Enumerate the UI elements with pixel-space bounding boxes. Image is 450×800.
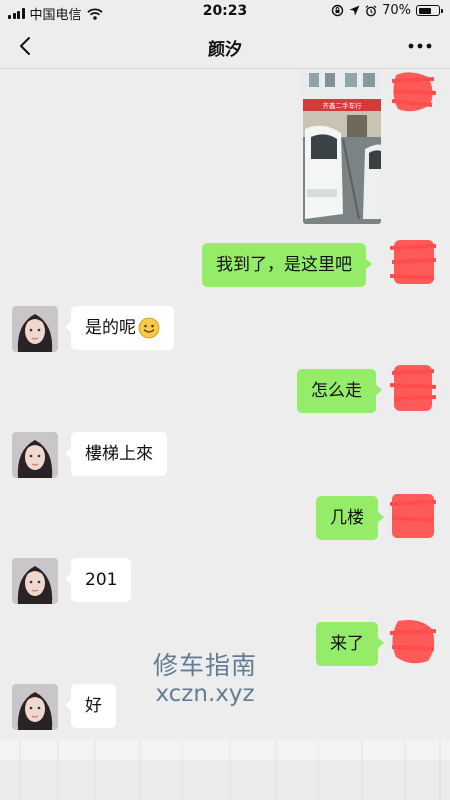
message-bubble[interactable]: 几楼	[316, 496, 384, 540]
input-bar[interactable]	[0, 740, 450, 800]
contact-avatar[interactable]	[12, 306, 58, 352]
redaction-scribble	[390, 620, 436, 664]
self-avatar[interactable]	[390, 69, 436, 115]
image-message[interactable]: 齐鑫二手车行	[303, 69, 381, 224]
redaction-scribble	[390, 240, 436, 284]
contact-avatar[interactable]	[12, 432, 58, 478]
smile-emoji-icon	[138, 317, 160, 339]
more-dots-icon	[408, 43, 432, 49]
message-bubble[interactable]: 来了	[316, 622, 384, 666]
self-avatar[interactable]	[390, 238, 436, 284]
message-text: 是的呢	[85, 318, 136, 338]
status-right: 70%	[331, 3, 443, 18]
contact-photo	[12, 432, 58, 478]
chat-header: 颜汐	[0, 24, 450, 69]
message-bubble[interactable]: 怎么走	[297, 369, 382, 413]
alarm-icon	[365, 4, 377, 16]
message-text: 好	[85, 696, 102, 716]
message-text: 樓梯上來	[85, 444, 153, 464]
watermark-url: xczn.xyz	[155, 681, 255, 707]
message-text: 201	[85, 570, 118, 590]
redaction-scribble	[390, 365, 436, 411]
shop-sign-text: 齐鑫二手车行	[323, 101, 363, 110]
status-bar: 中国电信 20:23 70%	[0, 0, 450, 24]
chat-title: 颜汐	[208, 40, 242, 60]
contact-photo	[12, 306, 58, 352]
self-avatar[interactable]	[390, 492, 436, 538]
obscured-noise	[0, 740, 450, 800]
watermark-title: 修车指南	[152, 651, 257, 680]
redaction-scribble	[390, 494, 436, 538]
battery-percent: 70%	[382, 3, 411, 18]
self-avatar[interactable]	[390, 365, 436, 411]
battery-level	[418, 7, 432, 14]
contact-avatar[interactable]	[12, 684, 58, 730]
battery-icon	[416, 5, 443, 16]
message-text: 我到了，是这里吧	[216, 255, 352, 275]
message-text: 来了	[330, 634, 364, 654]
watermark: 修车指南 xczn.xyz	[145, 651, 265, 707]
contact-photo	[12, 684, 58, 730]
message-text: 几楼	[330, 508, 364, 528]
location-arrow-icon	[349, 5, 360, 16]
message-list[interactable]: 齐鑫二手车行 我到了，是这里吧 是的呢 怎么走 樓梯上來 几楼 201 来了 修…	[0, 69, 450, 740]
self-avatar[interactable]	[390, 619, 436, 665]
message-bubble[interactable]: 是的呢	[65, 306, 174, 350]
message-bubble[interactable]: 我到了，是这里吧	[202, 243, 372, 287]
message-bubble[interactable]: 樓梯上來	[65, 432, 167, 476]
redaction-scribble	[391, 72, 436, 112]
more-button[interactable]	[406, 36, 434, 56]
contact-photo	[12, 558, 58, 604]
message-bubble[interactable]: 201	[64, 558, 132, 602]
message-bubble[interactable]: 好	[65, 684, 116, 728]
rotation-lock-icon	[331, 4, 344, 17]
message-text: 怎么走	[311, 381, 362, 401]
contact-avatar[interactable]	[12, 558, 58, 604]
street-photo: 齐鑫二手车行	[303, 69, 381, 224]
